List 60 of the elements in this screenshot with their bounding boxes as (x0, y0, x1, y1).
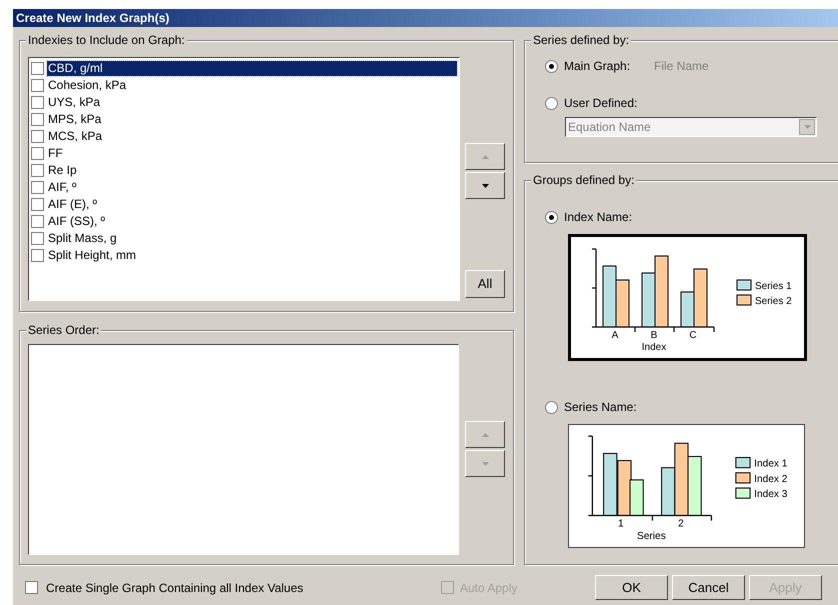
list-item[interactable]: FF (47, 146, 457, 161)
checkbox[interactable] (31, 215, 44, 228)
radio-label: User Defined: (564, 95, 638, 112)
legend-label: Series 2 (755, 296, 792, 307)
legend-label: Index 3 (754, 489, 788, 500)
move-up-button[interactable] (465, 421, 505, 448)
equation-placeholder: Equation Name (567, 119, 652, 136)
list-item[interactable]: Split Height, mm (47, 248, 457, 263)
checkbox[interactable] (31, 249, 44, 262)
group-label: Indexies to Include on Graph: (26, 33, 187, 47)
file-name-value: File Name (654, 58, 709, 75)
checkbox-label: Create Single Graph Containing all Index Values (46, 580, 304, 596)
group-label: Groups defined by: (531, 173, 636, 187)
list-item[interactable]: Cohesion, kPa (47, 78, 457, 93)
checkbox[interactable] (31, 147, 44, 160)
radio-button[interactable] (545, 96, 558, 110)
checkbox[interactable] (31, 96, 44, 109)
list-item[interactable]: MPS, kPa (47, 112, 457, 127)
group-label: Series Order: (26, 323, 102, 337)
checkbox[interactable] (31, 62, 44, 75)
list-item[interactable]: CBD, g/ml (47, 61, 457, 76)
radio-button[interactable] (545, 210, 558, 224)
checkbox[interactable] (31, 130, 44, 143)
axis-label: Series (637, 530, 666, 542)
checkbox[interactable] (25, 581, 38, 594)
radio-button[interactable] (545, 400, 558, 414)
list-item[interactable]: Split Mass, g (47, 231, 457, 246)
category-label: A (612, 330, 618, 341)
category-label: 2 (678, 518, 684, 530)
checkbox[interactable] (31, 198, 44, 211)
list-item[interactable]: MCS, kPa (47, 129, 457, 144)
checkbox[interactable] (31, 79, 44, 92)
legend-label: Index 2 (754, 474, 788, 485)
window-title: Create New Index Graph(s) (16, 10, 170, 27)
axis-label: Index (642, 342, 666, 353)
radio-label: Series Name: (564, 399, 637, 416)
legend-label: Series 1 (755, 281, 792, 292)
checkbox[interactable] (31, 181, 44, 194)
radio-label: Main Graph: (564, 58, 632, 75)
move-up-button[interactable] (465, 143, 505, 170)
category-label: C (689, 330, 697, 341)
category-label: 1 (618, 518, 624, 530)
checkbox[interactable] (31, 232, 44, 245)
list-item[interactable]: Re Ip (47, 163, 457, 178)
move-down-button[interactable] (465, 172, 505, 199)
category-label: B (650, 330, 658, 341)
checkbox[interactable] (31, 113, 44, 126)
dialog-button[interactable]: OK (595, 575, 668, 600)
list-item[interactable]: AIF, º (47, 180, 457, 195)
radio-label: Index Name: (564, 209, 632, 226)
group-label: Series defined by: (531, 33, 632, 47)
list-item[interactable]: UYS, kPa (47, 95, 457, 110)
radio-button[interactable] (545, 60, 558, 72)
list-item[interactable]: AIF (SS), º (47, 214, 457, 229)
legend-label: Index 1 (754, 458, 788, 470)
dialog-button[interactable]: Cancel (672, 575, 745, 600)
list-item[interactable]: AIF (E), º (47, 197, 457, 212)
move-down-button[interactable] (465, 450, 505, 477)
checkbox[interactable] (31, 164, 44, 177)
all-button[interactable]: All (465, 270, 505, 298)
